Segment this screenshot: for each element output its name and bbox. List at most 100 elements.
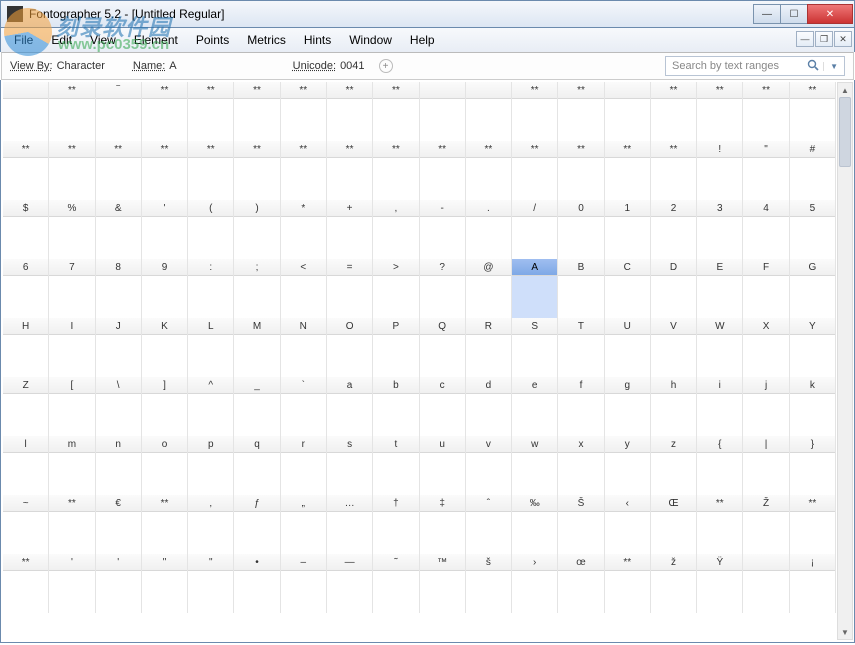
glyph-cell[interactable]: ** xyxy=(651,82,697,141)
glyph-cell[interactable]: _ xyxy=(234,377,280,436)
scroll-down-icon[interactable]: ▼ xyxy=(838,625,852,639)
glyph-cell[interactable]: ‾ xyxy=(96,82,142,141)
glyph-cell[interactable]: , xyxy=(373,200,419,259)
glyph-cell[interactable]: ˆ xyxy=(466,495,512,554)
glyph-cell[interactable]: $ xyxy=(3,200,49,259)
glyph-cell[interactable]: „ xyxy=(281,495,327,554)
glyph-cell[interactable]: ** xyxy=(697,495,743,554)
glyph-cell[interactable]: : xyxy=(188,259,234,318)
menu-help[interactable]: Help xyxy=(401,30,444,50)
glyph-cell[interactable]: € xyxy=(96,495,142,554)
glyph-cell[interactable]: ** xyxy=(373,82,419,141)
glyph-cell[interactable]: ** xyxy=(49,495,95,554)
glyph-cell[interactable]: 0 xyxy=(558,200,604,259)
glyph-cell[interactable]: p xyxy=(188,436,234,495)
vertical-scrollbar[interactable]: ▲ ▼ xyxy=(837,82,853,640)
glyph-cell[interactable]: + xyxy=(327,200,373,259)
glyph-cell[interactable]: / xyxy=(512,200,558,259)
glyph-cell[interactable]: ! xyxy=(697,141,743,200)
glyph-cell[interactable]: ' xyxy=(142,200,188,259)
menu-element[interactable]: Element xyxy=(125,30,187,50)
menu-view[interactable]: View xyxy=(81,30,125,50)
search-icon[interactable] xyxy=(803,59,823,74)
glyph-cell[interactable]: f xyxy=(558,377,604,436)
glyph-cell[interactable]: > xyxy=(373,259,419,318)
glyph-cell[interactable]: - xyxy=(420,200,466,259)
glyph-cell[interactable]: ** xyxy=(327,141,373,200)
glyph-cell[interactable]: ** xyxy=(466,141,512,200)
glyph-cell[interactable]: S xyxy=(512,318,558,377)
glyph-cell[interactable]: ? xyxy=(420,259,466,318)
glyph-cell[interactable]: C xyxy=(605,259,651,318)
glyph-cell[interactable]: d xyxy=(466,377,512,436)
glyph-cell[interactable]: ** xyxy=(790,82,836,141)
glyph-cell[interactable]: ** xyxy=(234,141,280,200)
glyph-cell[interactable]: ¡ xyxy=(790,554,836,613)
glyph-cell[interactable]: ž xyxy=(651,554,697,613)
glyph-cell[interactable]: < xyxy=(281,259,327,318)
glyph-cell[interactable] xyxy=(605,82,651,141)
glyph-cell[interactable]: & xyxy=(96,200,142,259)
glyph-cell[interactable]: o xyxy=(142,436,188,495)
glyph-cell[interactable]: ( xyxy=(188,200,234,259)
glyph-cell[interactable]: . xyxy=(466,200,512,259)
glyph-cell[interactable]: \ xyxy=(96,377,142,436)
menu-window[interactable]: Window xyxy=(340,30,401,50)
glyph-cell[interactable]: Y xyxy=(790,318,836,377)
glyph-cell[interactable]: [ xyxy=(49,377,95,436)
glyph-cell[interactable]: ** xyxy=(281,141,327,200)
glyph-cell[interactable]: n xyxy=(96,436,142,495)
viewby-label[interactable]: View By: xyxy=(10,60,53,72)
glyph-cell[interactable]: œ xyxy=(558,554,604,613)
glyph-cell[interactable]: { xyxy=(697,436,743,495)
glyph-cell[interactable] xyxy=(420,82,466,141)
glyph-grid[interactable]: **‾*************************************… xyxy=(3,82,836,613)
glyph-cell[interactable]: ** xyxy=(188,82,234,141)
glyph-cell[interactable]: ™ xyxy=(420,554,466,613)
glyph-cell[interactable]: 3 xyxy=(697,200,743,259)
glyph-cell[interactable]: 7 xyxy=(49,259,95,318)
glyph-cell[interactable]: c xyxy=(420,377,466,436)
glyph-cell[interactable]: ** xyxy=(3,141,49,200)
glyph-cell[interactable]: ** xyxy=(558,141,604,200)
glyph-cell[interactable]: U xyxy=(605,318,651,377)
glyph-cell[interactable]: ** xyxy=(142,82,188,141)
glyph-cell[interactable]: — xyxy=(327,554,373,613)
glyph-cell[interactable]: H xyxy=(3,318,49,377)
glyph-cell[interactable]: † xyxy=(373,495,419,554)
glyph-cell[interactable]: ** xyxy=(605,141,651,200)
glyph-cell[interactable]: Ž xyxy=(743,495,789,554)
glyph-cell[interactable]: " xyxy=(743,141,789,200)
glyph-cell[interactable]: x xyxy=(558,436,604,495)
name-label[interactable]: Name: xyxy=(133,60,165,72)
glyph-cell[interactable]: ** xyxy=(327,82,373,141)
glyph-cell[interactable]: š xyxy=(466,554,512,613)
glyph-cell[interactable] xyxy=(743,554,789,613)
unicode-label[interactable]: Unicode: xyxy=(293,60,336,72)
glyph-cell[interactable]: T xyxy=(558,318,604,377)
glyph-cell[interactable]: 5 xyxy=(790,200,836,259)
glyph-cell[interactable]: ‚ xyxy=(188,495,234,554)
glyph-cell[interactable]: R xyxy=(466,318,512,377)
glyph-cell[interactable]: ** xyxy=(281,82,327,141)
glyph-cell[interactable]: P xyxy=(373,318,419,377)
menu-points[interactable]: Points xyxy=(187,30,238,50)
glyph-cell[interactable]: ` xyxy=(281,377,327,436)
glyph-cell[interactable]: b xyxy=(373,377,419,436)
glyph-cell[interactable]: q xyxy=(234,436,280,495)
menu-file[interactable]: File xyxy=(5,30,42,50)
scroll-up-icon[interactable]: ▲ xyxy=(838,83,852,97)
glyph-cell[interactable]: " xyxy=(188,554,234,613)
scroll-thumb[interactable] xyxy=(839,97,851,167)
glyph-cell[interactable]: 4 xyxy=(743,200,789,259)
glyph-cell[interactable]: ~ xyxy=(3,495,49,554)
glyph-cell[interactable]: 8 xyxy=(96,259,142,318)
glyph-cell[interactable]: D xyxy=(651,259,697,318)
glyph-cell[interactable]: w xyxy=(512,436,558,495)
glyph-cell[interactable]: F xyxy=(743,259,789,318)
mdi-minimize-button[interactable]: — xyxy=(796,31,814,47)
glyph-cell[interactable]: e xyxy=(512,377,558,436)
glyph-cell[interactable]: • xyxy=(234,554,280,613)
glyph-cell[interactable]: h xyxy=(651,377,697,436)
add-glyph-button[interactable]: + xyxy=(379,59,393,73)
